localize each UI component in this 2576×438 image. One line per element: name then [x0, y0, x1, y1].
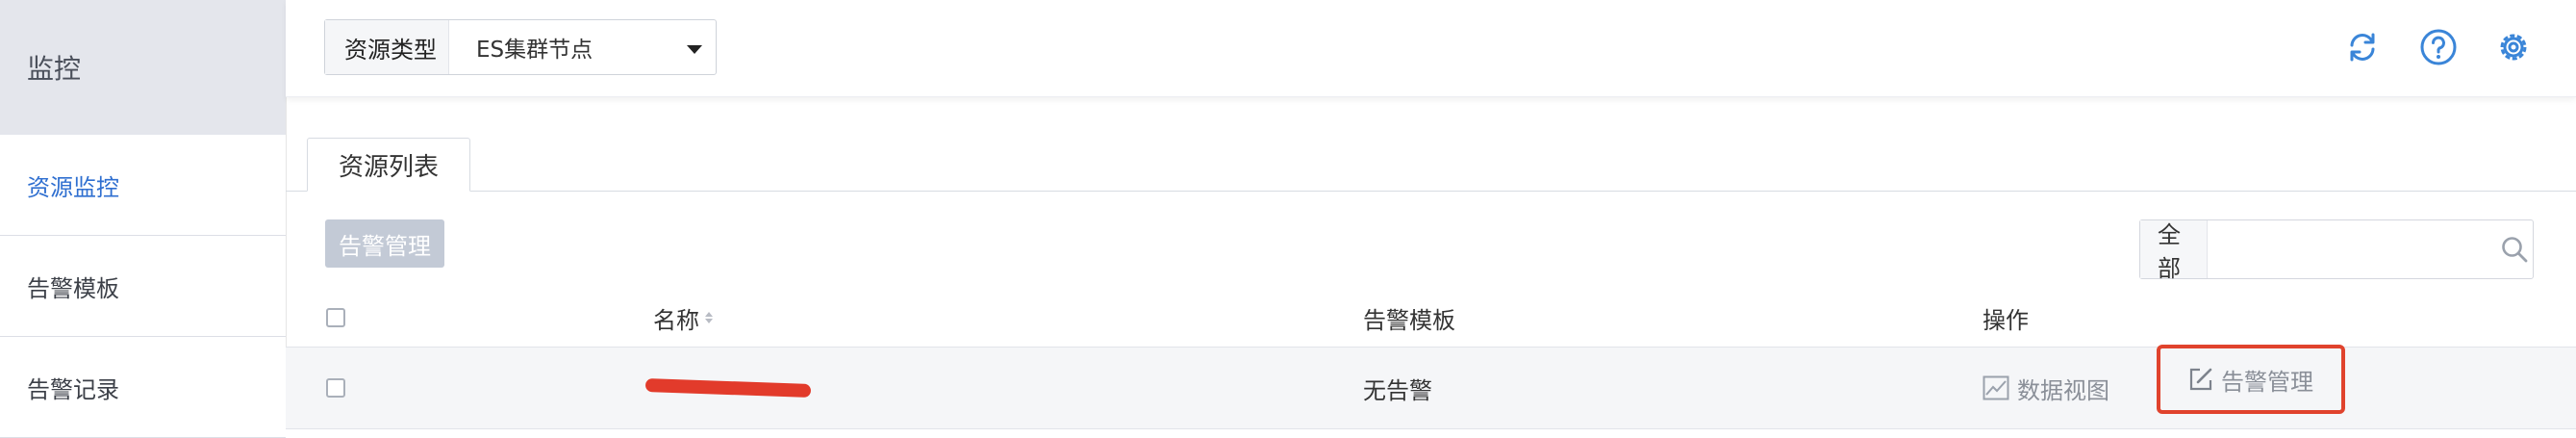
settings-icon[interactable] — [2491, 25, 2536, 69]
table-header: 名称 告警模板 操作 — [286, 289, 2576, 348]
select-all-checkbox[interactable] — [326, 308, 345, 327]
sidebar-item-alarm-record[interactable]: 告警记录 — [0, 337, 286, 438]
row-template: 无告警 — [1363, 376, 1432, 404]
sort-icon — [705, 312, 713, 323]
search-scope-select[interactable]: 全部 — [2140, 220, 2208, 282]
tab-bar: 资源列表 — [286, 137, 2576, 192]
row-name[interactable] — [644, 348, 812, 428]
data-view-link[interactable]: 数据视图 — [1983, 372, 2109, 405]
column-header-actions: 操作 — [1983, 306, 2029, 334]
topbar: 资源类型 ES集群节点 — [286, 0, 2576, 97]
search-box: 全部 — [2139, 219, 2534, 282]
row-alarm-manage-link[interactable]: 告警管理 — [2157, 345, 2345, 414]
chart-icon — [1983, 375, 2009, 400]
column-name-label: 名称 — [653, 306, 699, 334]
tab-resource-list[interactable]: 资源列表 — [307, 138, 470, 192]
search-input[interactable] — [2207, 219, 2496, 279]
caret-down-icon — [687, 44, 702, 54]
column-header-name[interactable]: 名称 — [653, 289, 713, 347]
refresh-icon[interactable] — [2340, 25, 2385, 69]
edit-icon — [2188, 367, 2213, 392]
resource-type-label: 资源类型 — [325, 20, 449, 74]
search-icon[interactable] — [2496, 220, 2533, 278]
redacted-mark — [644, 378, 812, 398]
sidebar: 监控 资源监控 告警模板 告警记录 — [0, 0, 287, 438]
sidebar-item-resource-monitor[interactable]: 资源监控 — [0, 135, 286, 236]
help-icon[interactable] — [2416, 25, 2461, 69]
resource-type-select[interactable]: 资源类型 ES集群节点 — [324, 19, 717, 75]
column-header-template: 告警模板 — [1363, 306, 1455, 334]
alarm-manage-button[interactable]: 告警管理 — [325, 219, 444, 268]
sidebar-item-alarm-template[interactable]: 告警模板 — [0, 236, 286, 337]
sidebar-title: 监控 — [0, 0, 286, 135]
row-checkbox[interactable] — [326, 378, 345, 398]
resource-type-value: ES集群节点 — [476, 38, 593, 63]
